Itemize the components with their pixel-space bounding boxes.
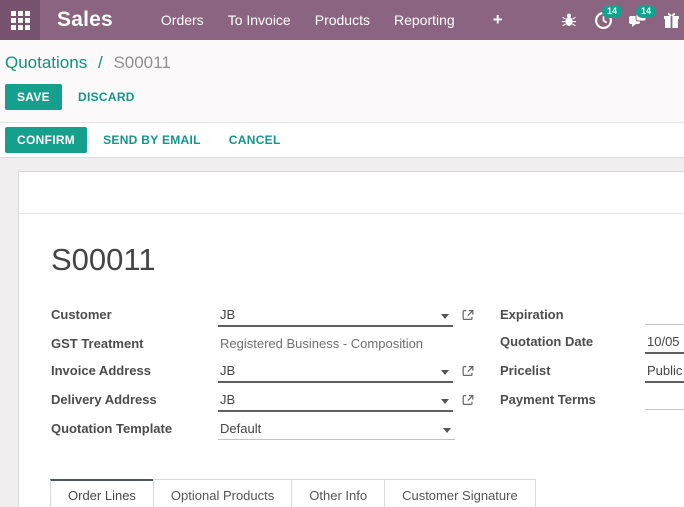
- delivery-address-row: Delivery Address JB: [51, 390, 475, 412]
- external-link-icon[interactable]: [461, 305, 475, 327]
- delivery-address-field[interactable]: JB: [218, 390, 453, 412]
- invoice-address-field[interactable]: JB: [218, 361, 453, 383]
- control-panel: Quotations / S00011 SAVE DISCARD: [0, 40, 684, 123]
- pricelist-label: Pricelist: [500, 361, 645, 378]
- debug-bug-icon[interactable]: [552, 0, 586, 40]
- quotation-date-label: Quotation Date: [500, 332, 645, 349]
- button-box-strip: [19, 172, 684, 214]
- pricelist-value: Public: [647, 363, 682, 378]
- cancel-button[interactable]: CANCEL: [217, 127, 293, 153]
- dropdown-caret-icon[interactable]: [443, 428, 451, 433]
- quotation-date-value: 10/05: [647, 334, 680, 349]
- gst-treatment-row: GST Treatment Registered Business - Comp…: [51, 334, 475, 354]
- send-by-email-button[interactable]: SEND BY EMAIL: [91, 127, 213, 153]
- apps-menu-button[interactable]: [0, 0, 40, 40]
- fields-left-column: Customer JB: [51, 305, 475, 447]
- quotation-template-field[interactable]: Default: [218, 419, 455, 440]
- payment-terms-label: Payment Terms: [500, 390, 645, 407]
- top-navbar: Sales Orders To Invoice Products Reporti…: [0, 0, 684, 40]
- invoice-address-row: Invoice Address JB: [51, 361, 475, 383]
- tab-other-info[interactable]: Other Info: [291, 479, 385, 507]
- customer-row: Customer JB: [51, 305, 475, 327]
- menu-reporting[interactable]: Reporting: [384, 12, 465, 28]
- dropdown-caret-icon[interactable]: [441, 370, 449, 375]
- quotation-date-row: Quotation Date 10/05: [500, 332, 684, 354]
- breadcrumb: Quotations / S00011: [5, 53, 684, 73]
- tab-order-lines[interactable]: Order Lines: [50, 479, 154, 507]
- tab-optional-products[interactable]: Optional Products: [153, 479, 292, 507]
- quotation-template-row: Quotation Template Default: [51, 419, 475, 440]
- payment-terms-row: Payment Terms: [500, 390, 684, 410]
- external-link-icon[interactable]: [461, 361, 475, 383]
- fields-right-column: Expiration Quotation Date 10/05 Pricelis…: [500, 305, 684, 447]
- breadcrumb-separator: /: [98, 53, 103, 72]
- breadcrumb-current: S00011: [113, 53, 170, 72]
- quotation-template-value: Default: [220, 421, 261, 436]
- field-grid: Customer JB: [51, 305, 684, 447]
- form-statusbar: CONFIRM SEND BY EMAIL CANCEL: [0, 123, 684, 158]
- gst-treatment-label: GST Treatment: [51, 334, 218, 351]
- menu-products[interactable]: Products: [305, 12, 380, 28]
- discard-button[interactable]: DISCARD: [66, 84, 147, 110]
- plus-icon[interactable]: +: [483, 10, 513, 30]
- delivery-address-label: Delivery Address: [51, 390, 218, 407]
- gift-icon[interactable]: [654, 0, 684, 40]
- save-button[interactable]: SAVE: [5, 84, 62, 110]
- dropdown-caret-icon[interactable]: [441, 399, 449, 404]
- confirm-button[interactable]: CONFIRM: [5, 127, 87, 153]
- form-sheet: S00011 Customer JB: [18, 171, 684, 507]
- breadcrumb-quotations-link[interactable]: Quotations: [5, 53, 87, 72]
- quotation-template-label: Quotation Template: [51, 419, 218, 436]
- form-view: S00011 Customer JB: [0, 158, 684, 507]
- customer-value: JB: [220, 307, 235, 322]
- gst-treatment-value: Registered Business - Composition: [220, 336, 423, 351]
- edit-action-buttons: SAVE DISCARD: [5, 84, 684, 110]
- invoice-address-label: Invoice Address: [51, 361, 218, 378]
- activity-badge: 14: [602, 5, 622, 18]
- notebook-tabs: Order Lines Optional Products Other Info…: [51, 479, 684, 507]
- messages-icon[interactable]: 14: [620, 0, 654, 40]
- main-menu: Orders To Invoice Products Reporting +: [149, 10, 515, 30]
- menu-to-invoice[interactable]: To Invoice: [218, 12, 301, 28]
- customer-field[interactable]: JB: [218, 305, 453, 327]
- payment-terms-field[interactable]: [645, 390, 684, 410]
- expiration-row: Expiration: [500, 305, 684, 325]
- activity-clock-icon[interactable]: 14: [586, 0, 620, 40]
- expiration-field[interactable]: [645, 305, 684, 325]
- app-name[interactable]: Sales: [57, 8, 113, 32]
- messages-badge: 14: [636, 5, 656, 18]
- navbar-systray: 14 14: [552, 0, 684, 40]
- expiration-label: Expiration: [500, 305, 645, 322]
- quotation-date-field[interactable]: 10/05: [645, 332, 684, 354]
- record-title: S00011: [51, 242, 684, 278]
- customer-label: Customer: [51, 305, 218, 322]
- apps-grid-icon: [11, 11, 30, 30]
- delivery-address-value: JB: [220, 392, 235, 407]
- external-link-icon[interactable]: [461, 390, 475, 412]
- gst-treatment-field: Registered Business - Composition: [218, 334, 475, 354]
- tab-customer-signature[interactable]: Customer Signature: [384, 479, 536, 507]
- menu-orders[interactable]: Orders: [151, 12, 214, 28]
- dropdown-caret-icon[interactable]: [441, 314, 449, 319]
- pricelist-row: Pricelist Public: [500, 361, 684, 383]
- invoice-address-value: JB: [220, 363, 235, 378]
- pricelist-field[interactable]: Public: [645, 361, 684, 383]
